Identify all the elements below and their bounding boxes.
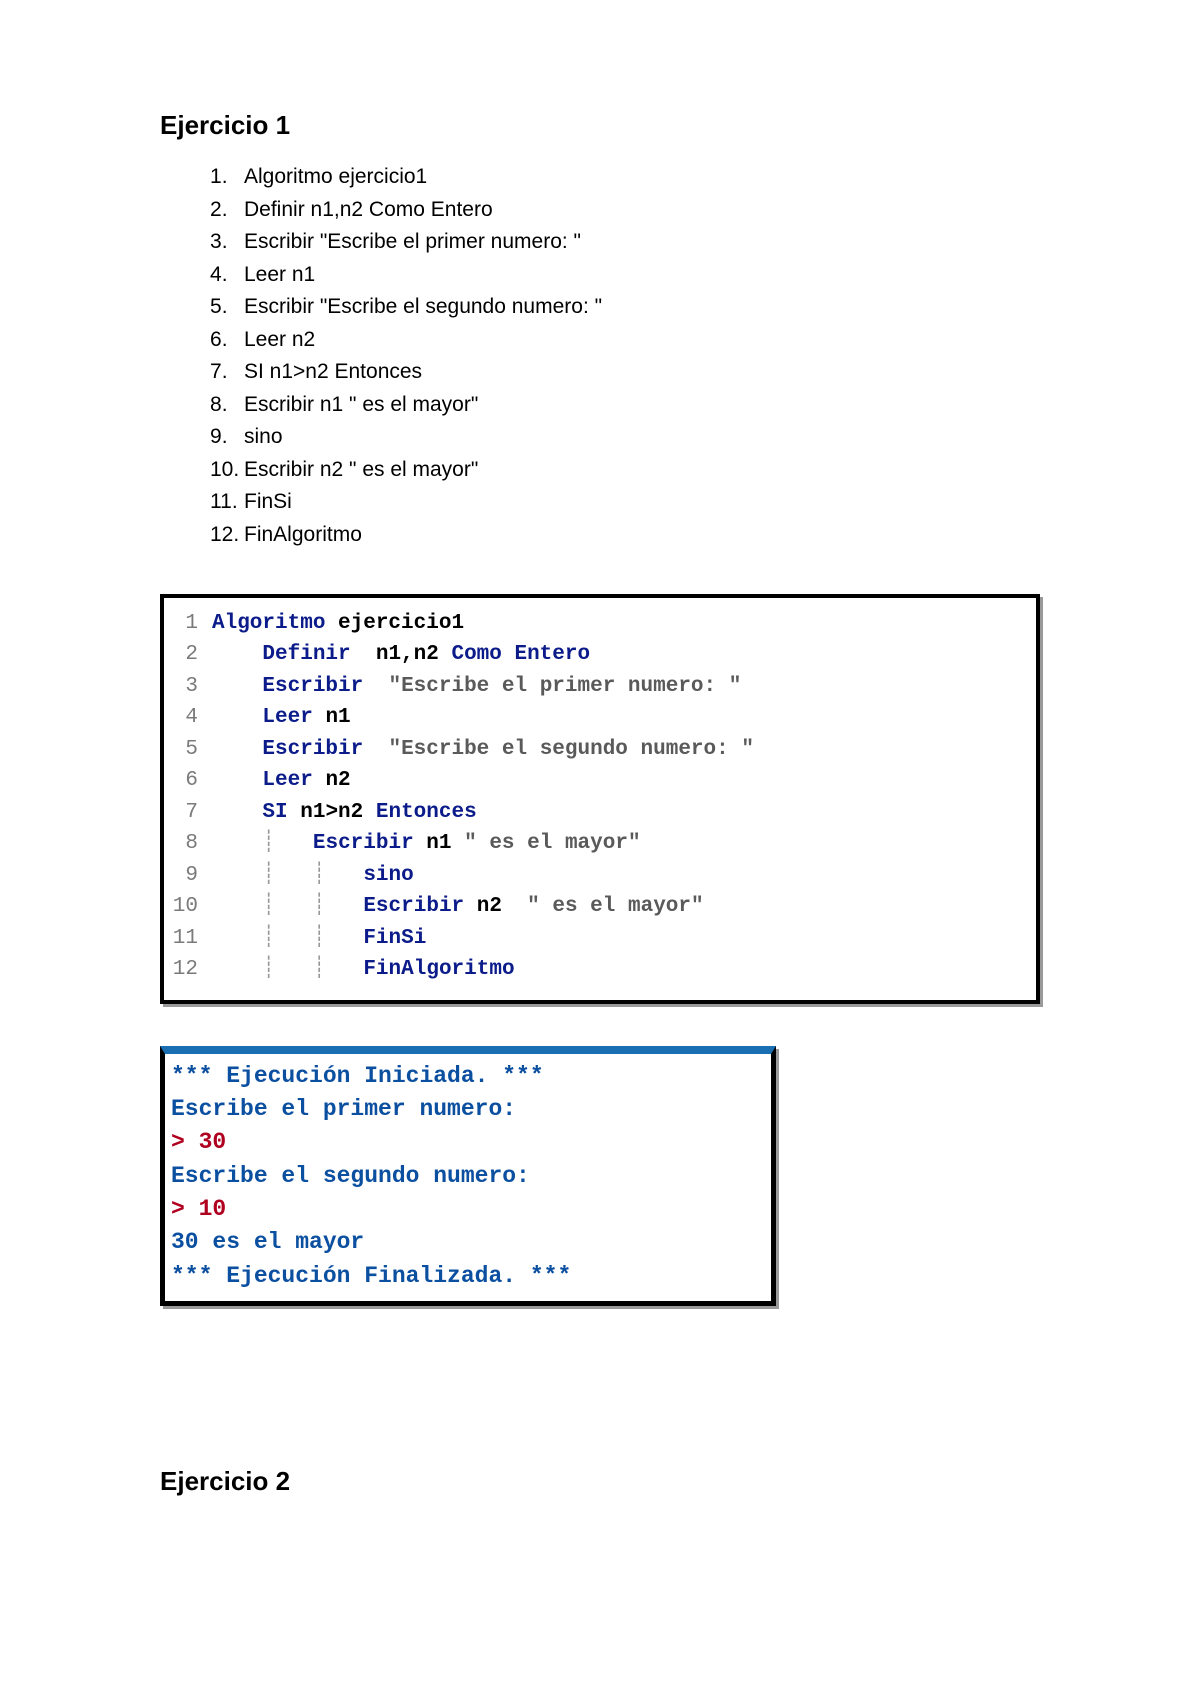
exercise1-title: Ejercicio 1 [160, 110, 1040, 141]
console-line: 30 es el mayor [171, 1226, 765, 1259]
list-item: SI n1>n2 Entonces [210, 356, 1040, 389]
code-content: SI n1>n2 Entonces [212, 797, 1036, 829]
code-line: 9 ┊ ┊ sino [164, 860, 1036, 892]
pseudocode-list: Algoritmo ejercicio1 Definir n1,n2 Como … [210, 161, 1040, 552]
list-item: FinAlgoritmo [210, 519, 1040, 552]
exercise2-title: Ejercicio 2 [160, 1466, 1040, 1497]
code-content: Escribir "Escribe el segundo numero: " [212, 734, 1036, 766]
line-number: 2 [164, 639, 212, 671]
list-item: sino [210, 421, 1040, 454]
line-number: 6 [164, 765, 212, 797]
code-line: 3 Escribir "Escribe el primer numero: " [164, 671, 1036, 703]
line-number: 11 [164, 923, 212, 955]
code-content: ┊ ┊ Escribir n2 " es el mayor" [212, 891, 1036, 923]
code-content: Definir n1,n2 Como Entero [212, 639, 1036, 671]
line-number: 9 [164, 860, 212, 892]
console-line: *** Ejecución Iniciada. *** [171, 1060, 765, 1093]
list-item: Leer n1 [210, 259, 1040, 292]
list-item: Leer n2 [210, 324, 1040, 357]
code-line: 4 Leer n1 [164, 702, 1036, 734]
list-item: Escribir "Escribe el segundo numero: " [210, 291, 1040, 324]
list-item: FinSi [210, 486, 1040, 519]
exercise-2: Ejercicio 2 [160, 1466, 1040, 1497]
list-item: Algoritmo ejercicio1 [210, 161, 1040, 194]
console-line: *** Ejecución Finalizada. *** [171, 1260, 765, 1293]
code-line: 10 ┊ ┊ Escribir n2 " es el mayor" [164, 891, 1036, 923]
exercise-1: Ejercicio 1 Algoritmo ejercicio1 Definir… [160, 110, 1040, 1306]
code-content: ┊ Escribir n1 " es el mayor" [212, 828, 1036, 860]
code-editor-box: 1 Algoritmo ejercicio1 2 Definir n1,n2 C… [160, 594, 1040, 1004]
code-line: 12 ┊ ┊ FinAlgoritmo [164, 954, 1036, 986]
code-line: 1 Algoritmo ejercicio1 [164, 608, 1036, 640]
code-content: ┊ ┊ sino [212, 860, 1036, 892]
line-number: 10 [164, 891, 212, 923]
line-number: 3 [164, 671, 212, 703]
line-number: 8 [164, 828, 212, 860]
code-content: ┊ ┊ FinAlgoritmo [212, 954, 1036, 986]
code-content: Leer n2 [212, 765, 1036, 797]
code-line: 6 Leer n2 [164, 765, 1036, 797]
console-line: > 30 [171, 1126, 765, 1159]
code-line: 5 Escribir "Escribe el segundo numero: " [164, 734, 1036, 766]
list-item: Escribir n2 " es el mayor" [210, 454, 1040, 487]
list-item: Definir n1,n2 Como Entero [210, 194, 1040, 227]
line-number: 4 [164, 702, 212, 734]
code-line: 7 SI n1>n2 Entonces [164, 797, 1036, 829]
code-content: ┊ ┊ FinSi [212, 923, 1036, 955]
code-line: 11 ┊ ┊ FinSi [164, 923, 1036, 955]
console-line: Escribe el segundo numero: [171, 1160, 765, 1193]
line-number: 5 [164, 734, 212, 766]
console-line: > 10 [171, 1193, 765, 1226]
code-line: 8 ┊ Escribir n1 " es el mayor" [164, 828, 1036, 860]
code-content: Algoritmo ejercicio1 [212, 608, 1036, 640]
console-line: Escribe el primer numero: [171, 1093, 765, 1126]
line-number: 12 [164, 954, 212, 986]
line-number: 1 [164, 608, 212, 640]
code-content: Leer n1 [212, 702, 1036, 734]
code-line: 2 Definir n1,n2 Como Entero [164, 639, 1036, 671]
code-content: Escribir "Escribe el primer numero: " [212, 671, 1036, 703]
list-item: Escribir n1 " es el mayor" [210, 389, 1040, 422]
list-item: Escribir "Escribe el primer numero: " [210, 226, 1040, 259]
console-output-box: *** Ejecución Iniciada. *** Escribe el p… [160, 1046, 776, 1306]
line-number: 7 [164, 797, 212, 829]
